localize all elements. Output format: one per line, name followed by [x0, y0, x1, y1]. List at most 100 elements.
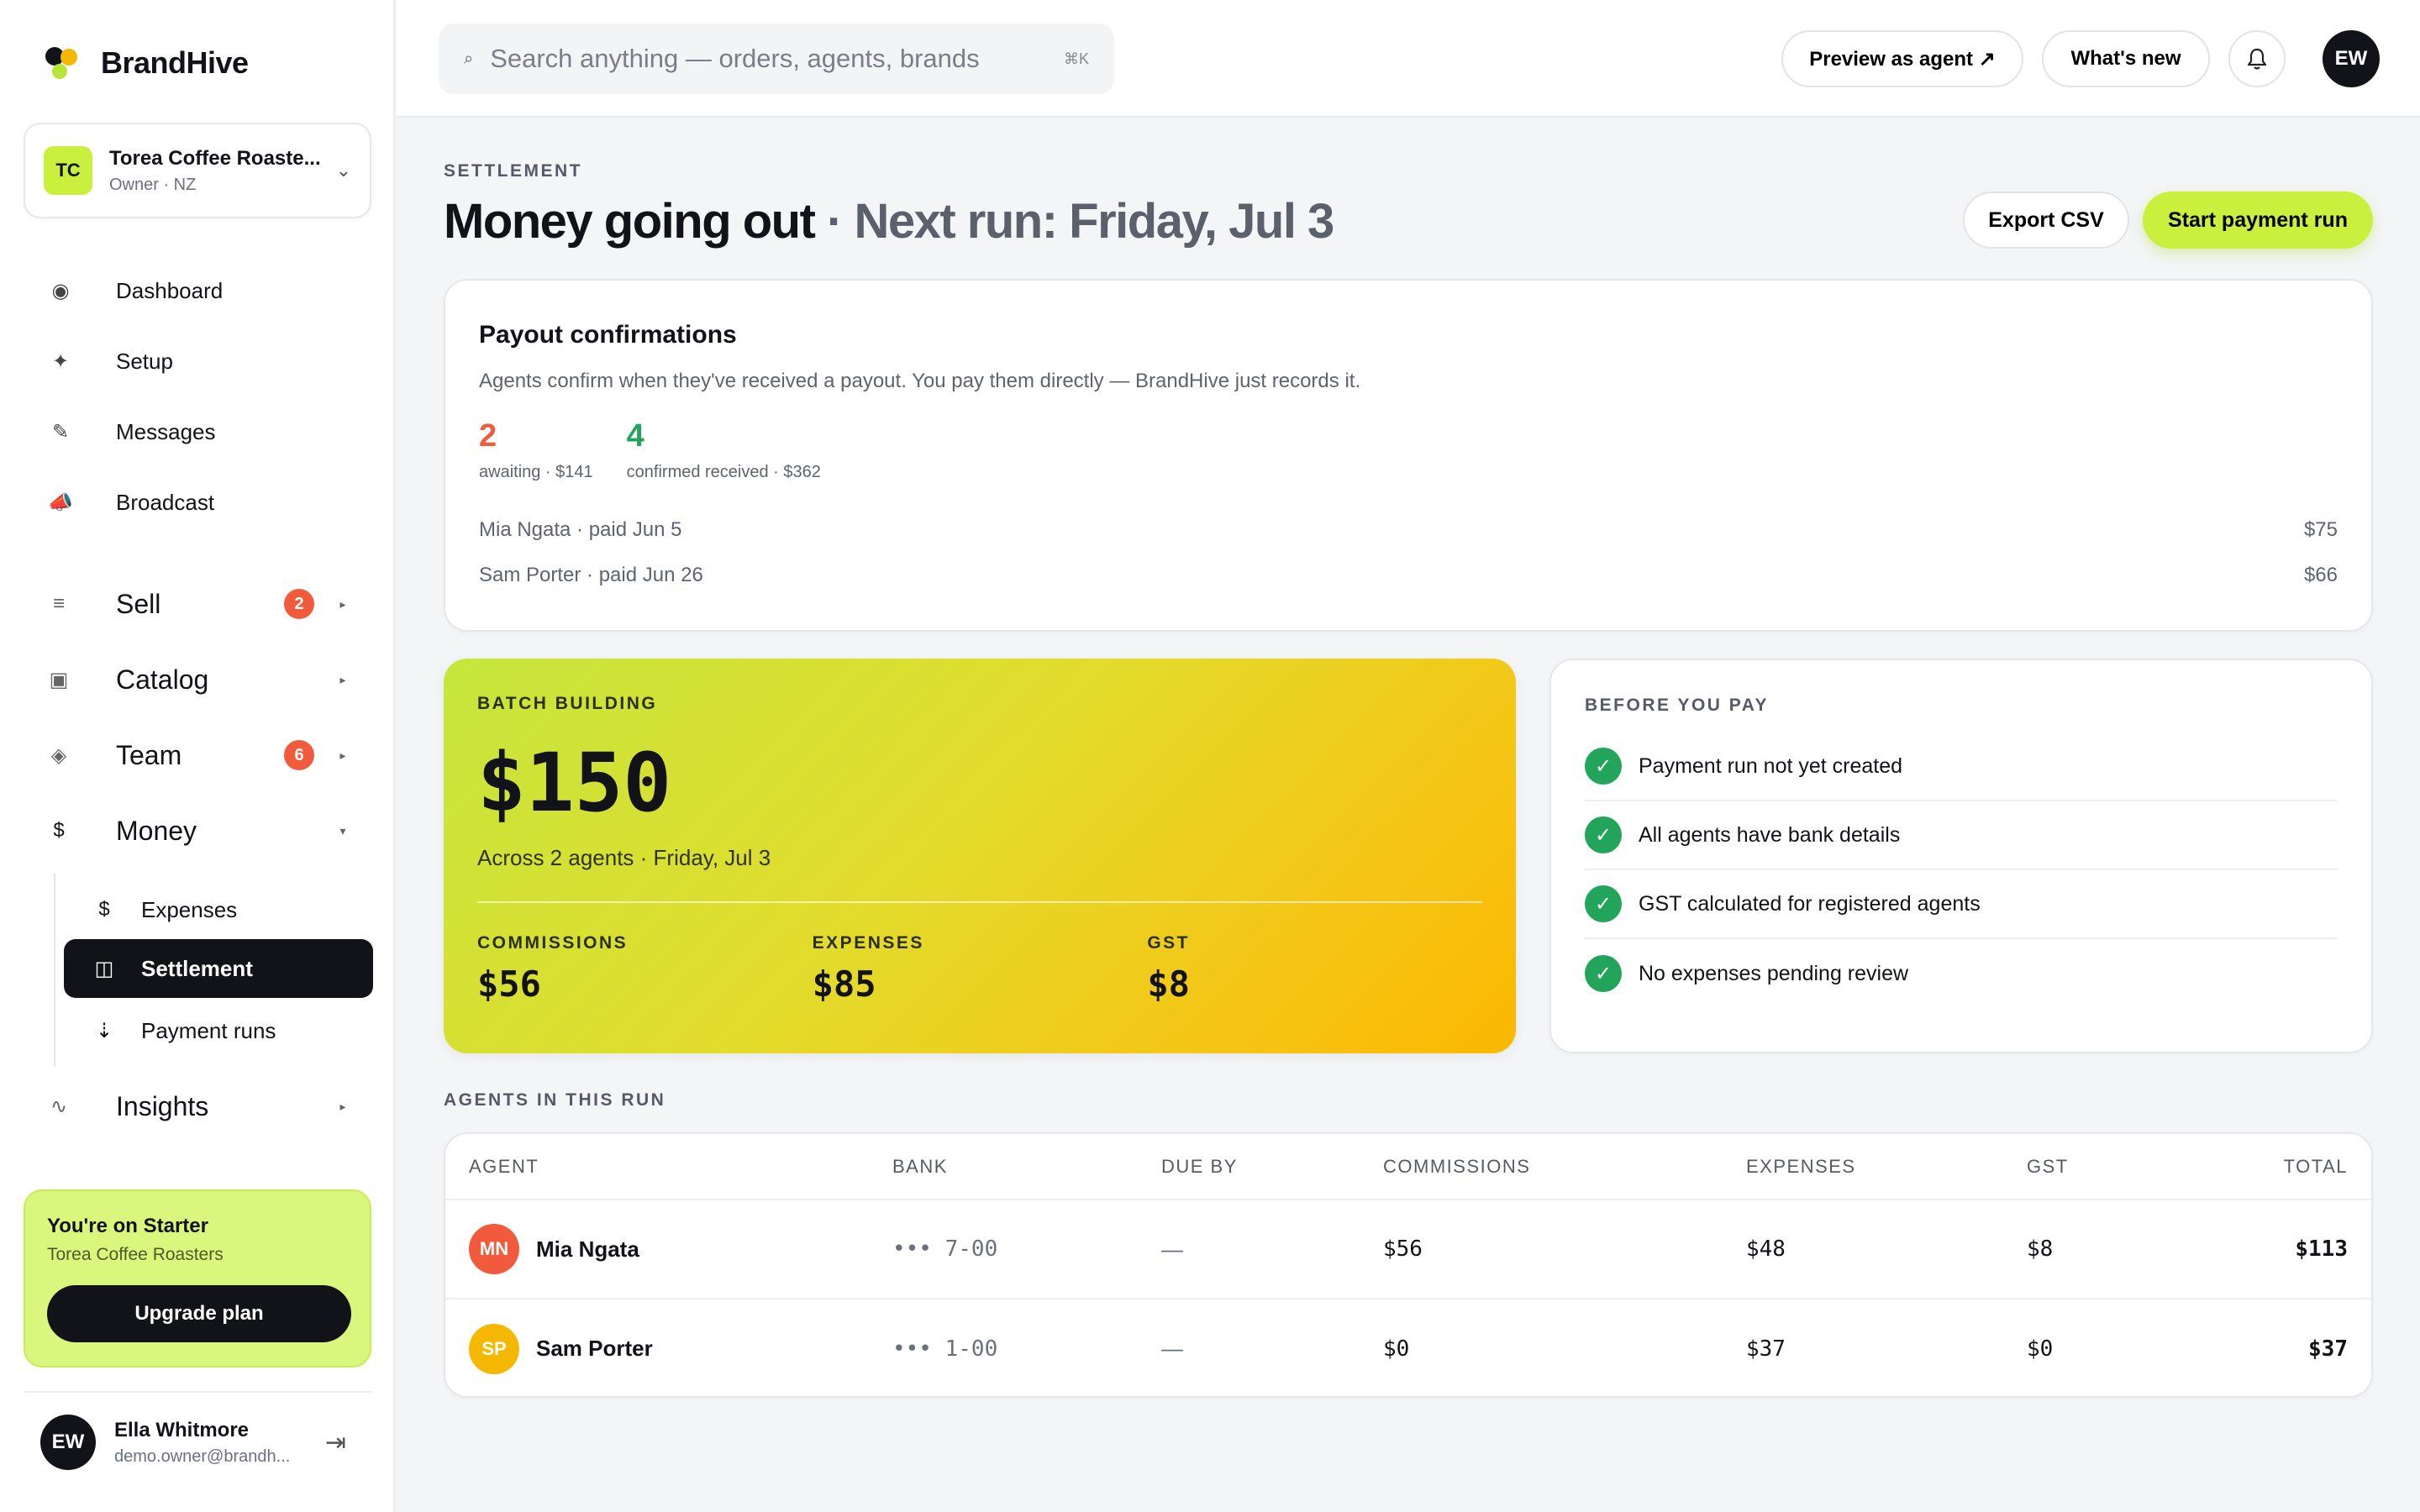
card-title: Payout confirmations [479, 321, 737, 349]
dollar-icon: $ [98, 898, 110, 921]
check-icon: ✓ [1585, 816, 1622, 853]
batch-gst: GST $8 [1147, 933, 1482, 1005]
nav-section-team[interactable]: ◈ Team 6 ▸ [24, 717, 371, 793]
payout-amount: $75 [2303, 518, 2338, 541]
checklist-item: ✓ GST calculated for registered agents [1585, 870, 2338, 939]
bell-icon [2247, 48, 2267, 70]
due-cell: — [1161, 1336, 1183, 1361]
list-icon: ≡ [52, 592, 65, 615]
batch-meta: Across 2 agents · Friday, Jul 3 [477, 845, 771, 870]
section-label: Insights [116, 1090, 209, 1121]
agent-name: Mia Ngata [536, 1236, 639, 1262]
section-money: $ Money ▾ [24, 793, 371, 869]
upgrade-plan-button[interactable]: Upgrade plan [47, 1285, 351, 1342]
brand[interactable]: BrandHive [44, 44, 249, 82]
nav-label: Setup [116, 348, 173, 374]
count-badge: 2 [284, 589, 314, 619]
before-you-pay-card: BEFORE YOU PAY ✓ Payment run not yet cre… [1549, 659, 2373, 1053]
search-input[interactable]: ⌕ Search anything — orders, agents, bran… [439, 24, 1114, 94]
nav-section-money[interactable]: $ Money ▾ [24, 793, 371, 869]
nav-item-broadcast[interactable]: 📣 Broadcast [24, 467, 371, 538]
agents-table: AGENT BANK DUE BY COMMISSIONS EXPENSES G… [445, 1134, 2371, 1396]
payout-confirmations-card: Payout confirmations Agents confirm when… [444, 279, 2373, 632]
payout-label: Mia Ngata · paid Jun 5 [479, 518, 682, 541]
nav-section-sell[interactable]: ≡ Sell 2 ▸ [24, 566, 371, 642]
agents-table-card: AGENT BANK DUE BY COMMISSIONS EXPENSES G… [444, 1132, 2373, 1398]
sparkle-icon: ✦ [51, 349, 70, 373]
workspace-switcher[interactable]: TC Torea Coffee Roaste... Owner · NZ ⌄ [24, 123, 371, 218]
section-label: Catalog [116, 664, 209, 695]
search-icon: ⌕ [464, 49, 474, 68]
user-profile: EW Ella Whitmore demo.owner@brandh... ⇥ [24, 1391, 371, 1492]
start-payment-run-button[interactable]: Start payment run [2143, 192, 2373, 249]
money-subnav: $ Expenses ◫ Settlement ⇣ Payment runs [54, 874, 373, 1067]
chevron-down-icon: ⌄ [335, 160, 351, 181]
subnav-item-payment-runs[interactable]: ⇣ Payment runs [64, 1001, 373, 1060]
awaiting-stat: 2 awaiting · $141 [479, 418, 593, 482]
plan-title: You're on Starter [47, 1215, 208, 1237]
section-label-agents: AGENTS IN THIS RUN [444, 1090, 666, 1110]
workspace-role: Owner · NZ [109, 175, 197, 194]
column-header: DUE BY [1161, 1134, 1383, 1200]
table-header-row: AGENT BANK DUE BY COMMISSIONS EXPENSES G… [445, 1134, 2371, 1200]
nav-item-setup[interactable]: ✦ Setup [24, 326, 371, 396]
bank-cell: ••• 1-00 [892, 1336, 998, 1362]
export-csv-button[interactable]: Export CSV [1963, 192, 2129, 249]
subnav-item-expenses[interactable]: $ Expenses [64, 880, 373, 939]
stat-label: GST [1147, 933, 1191, 953]
checklist-text: Payment run not yet created [1639, 753, 1903, 778]
checklist-item: ✓ No expenses pending review [1585, 939, 2338, 1008]
checklist-item: ✓ All agents have bank details [1585, 801, 2338, 870]
caret-right-icon: ▸ [339, 596, 346, 611]
workspace-name: Torea Coffee Roaste... [109, 146, 321, 170]
nav-section-catalog[interactable]: ▣ Catalog ▸ [24, 642, 371, 717]
diamond-icon: ◈ [50, 743, 67, 767]
nav-item-messages[interactable]: ✎ Messages [24, 396, 371, 467]
subnav-item-settlement[interactable]: ◫ Settlement [64, 939, 373, 998]
preview-as-agent-button[interactable]: Preview as agent ↗ [1781, 30, 2023, 87]
nav-label: Messages [116, 418, 216, 444]
section-label: Sell [116, 588, 161, 619]
subnav-label: Payment runs [141, 1017, 276, 1043]
gst-cell: $0 [2027, 1336, 2054, 1362]
list-item: Sam Porter · paid Jun 26 $66 [479, 553, 2338, 598]
list-item: Mia Ngata · paid Jun 5 $75 [479, 507, 2338, 553]
avatar[interactable]: EW [2323, 30, 2380, 87]
page-title: Money going out · Next run: Friday, Jul … [444, 193, 1334, 249]
trend-icon: ∿ [50, 1095, 68, 1118]
payout-amount: $66 [2303, 564, 2338, 586]
nav-label: Dashboard [116, 277, 224, 303]
wallet-icon: ◫ [94, 957, 114, 980]
caret-right-icon: ▸ [339, 672, 346, 686]
section-label: Money [116, 815, 197, 846]
table-row[interactable]: SP Sam Porter ••• 1-00 — $0 $37 $0 $37 [445, 1299, 2371, 1396]
section-team: ◈ Team 6 ▸ [24, 717, 371, 793]
stat-label: EXPENSES [812, 933, 924, 953]
whats-new-button[interactable]: What's new [2042, 30, 2210, 87]
topbar: ⌕ Search anything — orders, agents, bran… [397, 0, 2420, 118]
batch-building-card: BATCH BUILDING $150 Across 2 agents · Fr… [444, 659, 1516, 1053]
card-label: BEFORE YOU PAY [1585, 696, 1769, 715]
logout-icon[interactable]: ⇥ [325, 1428, 346, 1457]
expenses-cell: $48 [1746, 1200, 2027, 1299]
stat-value: $85 [812, 963, 876, 1005]
batch-label: BATCH BUILDING [477, 694, 658, 713]
batch-amount: $150 [477, 736, 672, 830]
dashboard-icon: ◉ [51, 279, 70, 302]
divider [477, 901, 1482, 903]
workspace-badge: TC [44, 146, 92, 195]
dollar-icon: $ [53, 819, 65, 842]
bank-cell: ••• 7-00 [892, 1200, 1161, 1299]
table-row[interactable]: MN Mia Ngata ••• 7-00 — $56 $48 $8 $113 [445, 1200, 2371, 1299]
nav-item-dashboard[interactable]: ◉ Dashboard [24, 255, 371, 326]
avatar[interactable]: EW [40, 1415, 96, 1470]
section-label: Team [116, 739, 182, 770]
nav-section-insights[interactable]: ∿ Insights ▸ [24, 1068, 371, 1144]
section-sell: ≡ Sell 2 ▸ [24, 566, 371, 642]
section-catalog: ▣ Catalog ▸ [24, 642, 371, 717]
stat-value: $8 [1147, 963, 1190, 1005]
page-title-next-run: · Next run: Friday, Jul 3 [814, 194, 1334, 249]
avatar: MN [469, 1224, 519, 1274]
section-insights: ∿ Insights ▸ [24, 1068, 371, 1144]
notifications-button[interactable] [2228, 30, 2286, 87]
